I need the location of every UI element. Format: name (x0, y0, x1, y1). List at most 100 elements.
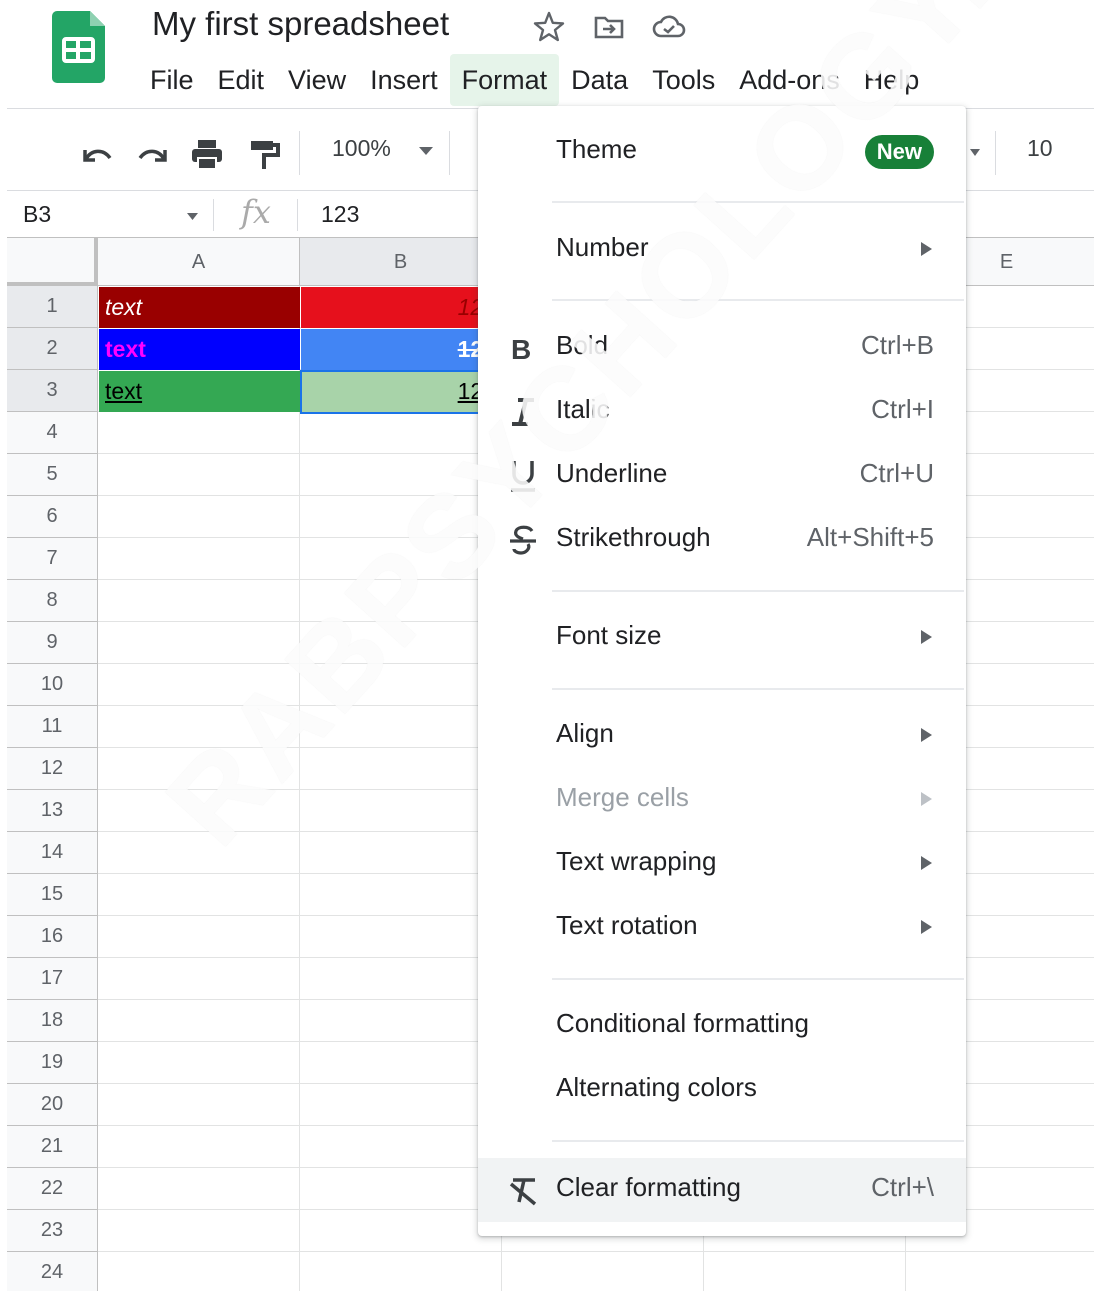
cell-b1[interactable]: 123 (301, 287, 502, 328)
menu-item-bold[interactable]: B Bold Ctrl+B (478, 316, 966, 380)
underline-shortcut: Ctrl+U (859, 458, 934, 488)
submenu-arrow-icon (921, 920, 932, 934)
clear-formatting-icon (509, 1178, 537, 1206)
menu-item-text-wrapping[interactable]: Text wrapping (478, 832, 966, 896)
name-box[interactable]: B3 (23, 201, 51, 228)
menu-add-ons[interactable]: Add-ons (727, 54, 852, 106)
menu-view[interactable]: View (276, 54, 358, 106)
row-header[interactable]: 9 (7, 622, 98, 664)
theme-label: Theme (556, 134, 637, 164)
menu-file[interactable]: File (138, 54, 206, 106)
row-header[interactable]: 5 (7, 454, 98, 496)
merge-cells-label: Merge cells (556, 782, 689, 812)
row-header[interactable]: 22 (7, 1168, 98, 1210)
submenu-arrow-icon (921, 630, 932, 644)
alternating-colors-label: Alternating colors (556, 1072, 757, 1102)
row-header[interactable]: 23 (7, 1210, 98, 1252)
cell-a3[interactable]: text (99, 371, 300, 412)
name-box-dropdown-icon[interactable] (187, 213, 198, 220)
row-header[interactable]: 19 (7, 1042, 98, 1084)
row-header[interactable]: 14 (7, 832, 98, 874)
submenu-arrow-icon (921, 728, 932, 742)
row-header[interactable]: 24 (7, 1252, 98, 1291)
row-header[interactable]: 7 (7, 538, 98, 580)
column-gridline (299, 286, 300, 1291)
menu-separator (552, 590, 964, 592)
menu-bar: File Edit View Insert Format Data Tools … (138, 54, 931, 106)
menu-item-font-size[interactable]: Font size (478, 606, 966, 670)
row-header[interactable]: 3 (7, 370, 98, 412)
row-header[interactable]: 13 (7, 790, 98, 832)
row-header[interactable]: 12 (7, 748, 98, 790)
svg-text:B: B (511, 334, 531, 365)
underline-icon (511, 461, 535, 492)
menu-separator (552, 978, 964, 980)
document-title[interactable]: My first spreadsheet (152, 5, 449, 43)
row-header[interactable]: 4 (7, 412, 98, 454)
underline-label: Underline (556, 458, 668, 488)
star-icon[interactable] (530, 8, 568, 46)
paint-format-icon[interactable] (244, 134, 284, 174)
menu-item-clear-formatting[interactable]: Clear formatting Ctrl+\ (478, 1158, 966, 1222)
menu-item-text-rotation[interactable]: Text rotation (478, 896, 966, 960)
row-header[interactable]: 2 (7, 328, 98, 370)
text-rotation-label: Text rotation (556, 910, 698, 940)
font-dropdown-icon[interactable] (970, 149, 980, 156)
cell-a2[interactable]: text (99, 329, 300, 370)
row-header[interactable]: 21 (7, 1126, 98, 1168)
menu-edit[interactable]: Edit (206, 54, 277, 106)
menu-item-theme[interactable]: Theme New (478, 120, 966, 184)
redo-icon[interactable] (133, 134, 173, 174)
row-header[interactable]: 18 (7, 1000, 98, 1042)
zoom-dropdown-icon[interactable] (419, 147, 433, 155)
row-header[interactable]: 6 (7, 496, 98, 538)
undo-icon[interactable] (77, 134, 117, 174)
menu-tools[interactable]: Tools (640, 54, 727, 106)
row-header[interactable]: 20 (7, 1084, 98, 1126)
toolbar-separator (995, 131, 996, 175)
fx-icon: fx (241, 193, 271, 231)
column-header-b[interactable]: B (300, 238, 502, 286)
submenu-arrow-icon (921, 242, 932, 256)
row-gridline (98, 1251, 1094, 1252)
zoom-select[interactable]: 100% (332, 135, 391, 162)
select-all-corner[interactable] (7, 238, 98, 286)
formula-input[interactable]: 123 (321, 201, 359, 228)
row-header[interactable]: 17 (7, 958, 98, 1000)
menu-insert[interactable]: Insert (358, 54, 450, 106)
italic-icon (512, 398, 534, 426)
print-icon[interactable] (187, 134, 227, 174)
bold-label: Bold (556, 330, 609, 360)
row-header[interactable]: 1 (7, 286, 98, 328)
menu-item-number[interactable]: Number (478, 218, 966, 282)
submenu-arrow-icon (921, 792, 932, 806)
menu-item-strikethrough[interactable]: Strikethrough Alt+Shift+5 (478, 508, 966, 572)
row-header[interactable]: 11 (7, 706, 98, 748)
menu-format[interactable]: Format (449, 54, 560, 106)
align-label: Align (556, 718, 614, 748)
menu-item-underline[interactable]: Underline Ctrl+U (478, 444, 966, 508)
cell-a1[interactable]: text (99, 287, 300, 328)
column-header-a[interactable]: A (98, 238, 300, 286)
move-to-folder-icon[interactable] (590, 8, 628, 46)
cloud-status-icon[interactable] (650, 8, 688, 46)
cell-b2[interactable]: 123 (301, 329, 502, 370)
row-header[interactable]: 15 (7, 874, 98, 916)
menu-separator (552, 201, 964, 203)
menu-item-alternating-colors[interactable]: Alternating colors (478, 1058, 966, 1122)
row-header[interactable]: 10 (7, 664, 98, 706)
menu-data[interactable]: Data (559, 54, 640, 106)
sheets-logo-icon[interactable] (52, 11, 105, 83)
menu-separator (552, 1140, 964, 1142)
formula-separator (213, 199, 214, 231)
menu-separator (552, 299, 964, 301)
row-header[interactable]: 16 (7, 916, 98, 958)
menu-help[interactable]: Help (852, 54, 932, 106)
menu-item-align[interactable]: Align (478, 704, 966, 768)
menu-item-conditional-formatting[interactable]: Conditional formatting (478, 994, 966, 1058)
row-header[interactable]: 8 (7, 580, 98, 622)
font-size-input[interactable]: 10 (1027, 135, 1053, 162)
toolbar-separator (299, 131, 300, 175)
italic-label: Italic (556, 394, 610, 424)
menu-item-italic[interactable]: Italic Ctrl+I (478, 380, 966, 444)
